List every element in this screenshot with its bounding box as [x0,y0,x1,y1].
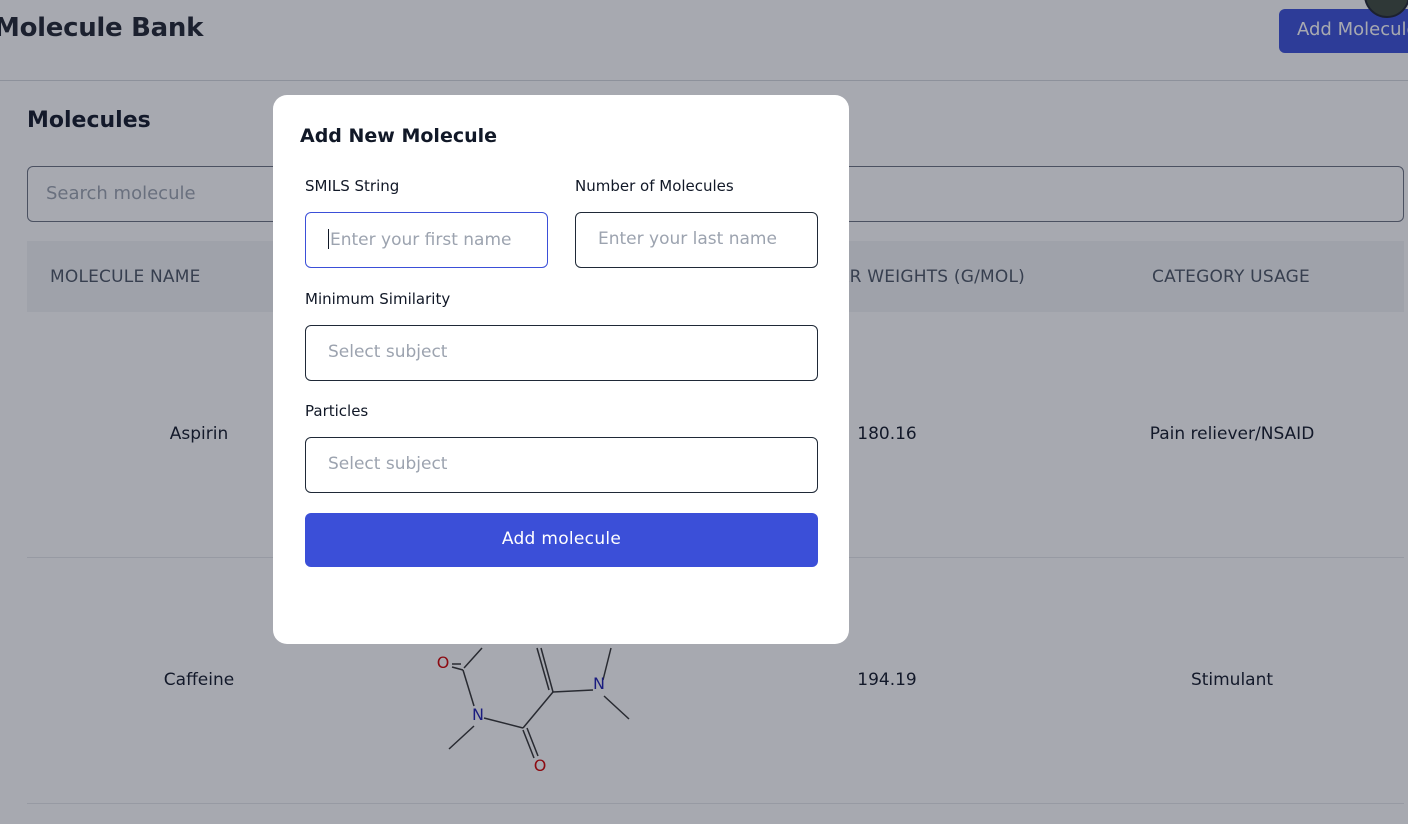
particles-label: Particles [305,402,369,420]
number-of-molecules-label: Number of Molecules [575,177,734,195]
minimum-similarity-select[interactable]: Select subject [305,325,818,381]
number-of-molecules-input[interactable]: Enter your last name [575,212,818,268]
add-molecule-dialog: Add New Molecule SMILS String Enter your… [273,95,849,644]
particles-select[interactable]: Select subject [305,437,818,493]
dialog-title: Add New Molecule [300,125,498,147]
text-caret [328,229,329,249]
smiles-label: SMILS String [305,177,400,195]
smiles-input[interactable]: Enter your first name [305,212,548,268]
minimum-similarity-label: Minimum Similarity [305,290,451,308]
add-molecule-submit-button[interactable]: Add molecule [305,513,818,567]
